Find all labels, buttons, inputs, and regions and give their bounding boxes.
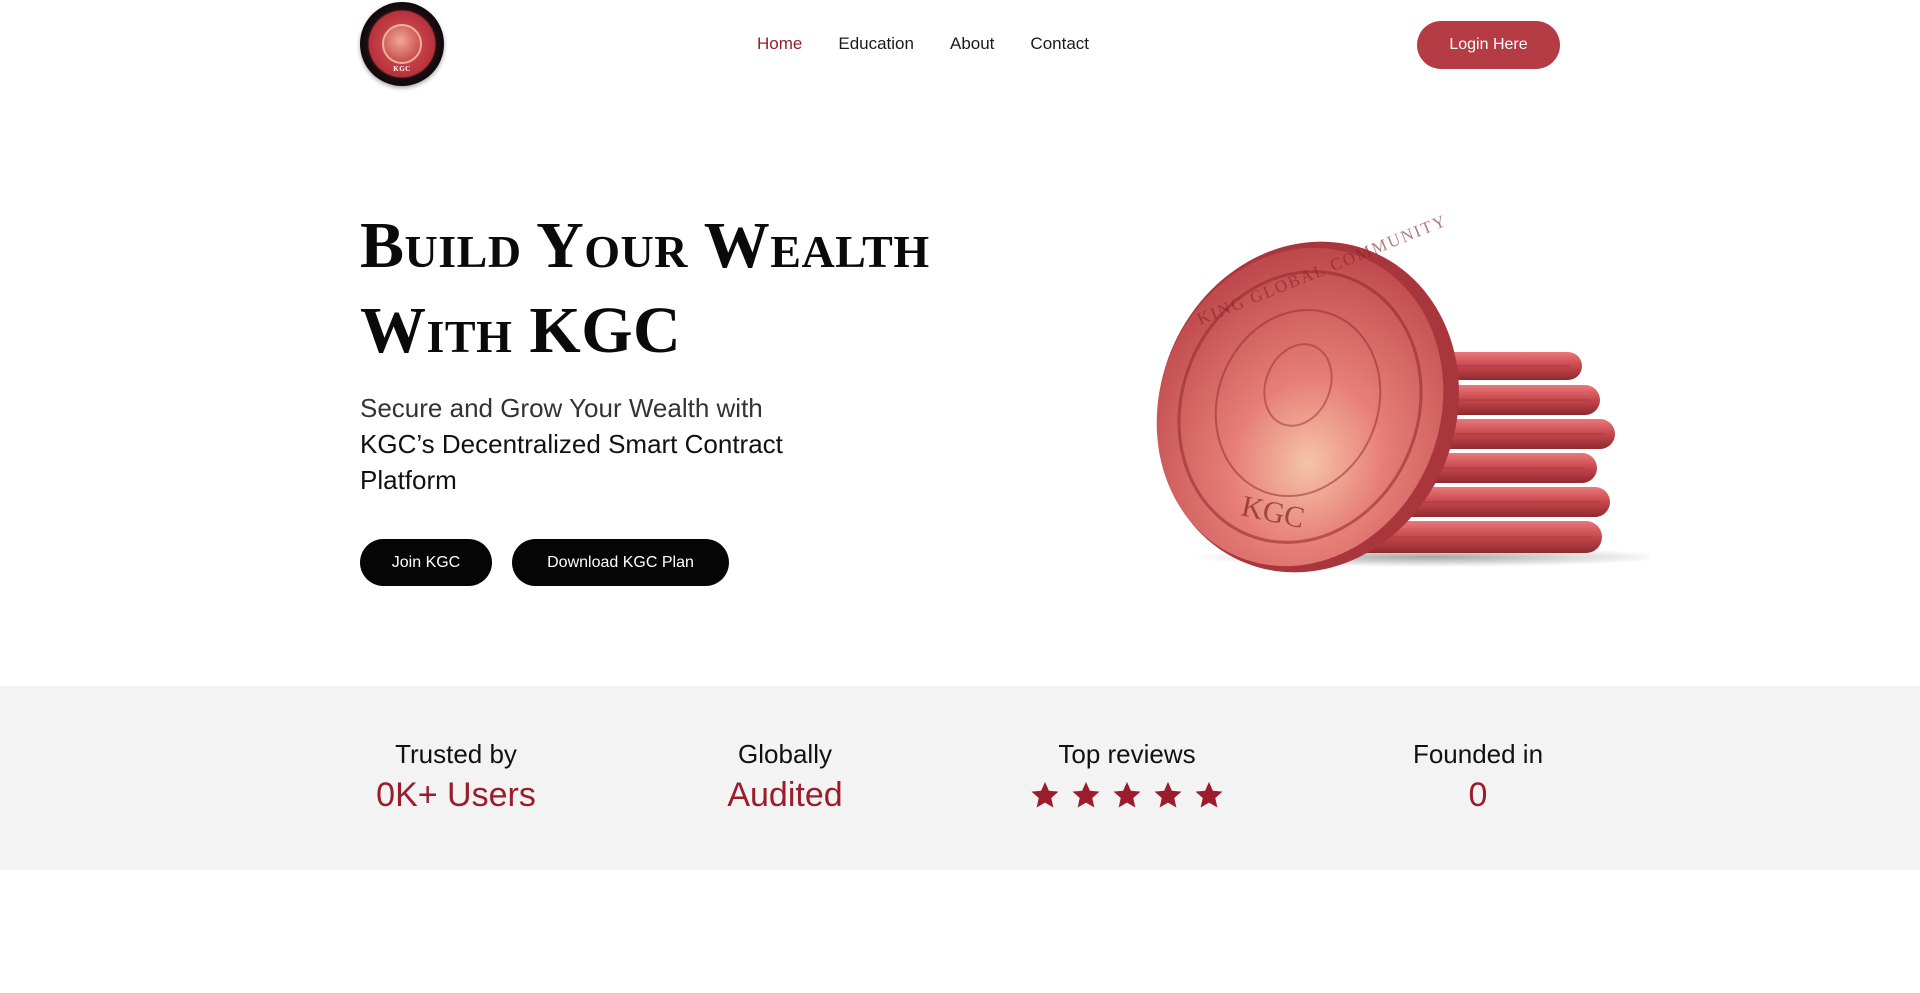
nav-contact[interactable]: Contact	[1030, 34, 1089, 54]
nav-education[interactable]: Education	[838, 34, 914, 54]
stat-trusted: Trusted by 0K+ Users	[326, 736, 586, 818]
stat-label: Founded in	[1412, 739, 1544, 769]
stat-value: 0	[1468, 776, 1488, 814]
stat-reviews: Top reviews	[997, 736, 1257, 810]
nav-about[interactable]: About	[950, 34, 994, 54]
download-plan-button[interactable]: Download KGC Plan	[512, 539, 729, 586]
join-kgc-button[interactable]: Join KGC	[360, 539, 492, 586]
hero-actions: Join KGC Download KGC Plan	[360, 539, 729, 586]
logo-text: KGC	[393, 65, 411, 73]
hero-subtitle-light: Secure and Grow Your Wealth with	[360, 393, 763, 423]
hero-title: Build Your Wealth With KGC	[360, 203, 1060, 373]
hero-title-line1: Build Your Wealth	[360, 209, 930, 282]
kgc-logo[interactable]: KGC	[360, 2, 444, 86]
hero-title-line2: With KGC	[360, 294, 682, 367]
stat-label: Globally	[738, 739, 832, 769]
hero-subtitle-main: KGC’s Decentralized Smart Contract Platf…	[360, 429, 783, 495]
stats-band: Trusted by 0K+ Users Globally Audited To…	[0, 686, 1920, 870]
stat-value: 0K+ Users	[376, 776, 536, 814]
stat-founded: Founded in 0	[1348, 736, 1608, 818]
hero-subtitle: Secure and Grow Your Wealth with KGC’s D…	[360, 390, 830, 498]
site-header: KGC Home Education About Contact Login H…	[0, 0, 1920, 90]
star-icon	[1113, 781, 1141, 808]
coin-stack-image: KGC KING GLOBAL COMMUNITY	[1156, 215, 1650, 573]
star-icon	[1195, 781, 1223, 808]
lion-crest-icon	[382, 24, 422, 64]
nav-home[interactable]: Home	[757, 34, 802, 54]
login-button[interactable]: Login Here	[1417, 21, 1560, 69]
stat-audited: Globally Audited	[655, 736, 915, 818]
stat-label: Trusted by	[395, 739, 517, 769]
stat-value: Audited	[727, 776, 843, 814]
star-icon	[1154, 781, 1182, 808]
star-icon	[1072, 781, 1100, 808]
star-icon	[1031, 781, 1059, 808]
stat-label: Top reviews	[1058, 739, 1196, 769]
main-nav: Home Education About Contact	[757, 34, 1125, 54]
rating-stars	[997, 780, 1257, 810]
